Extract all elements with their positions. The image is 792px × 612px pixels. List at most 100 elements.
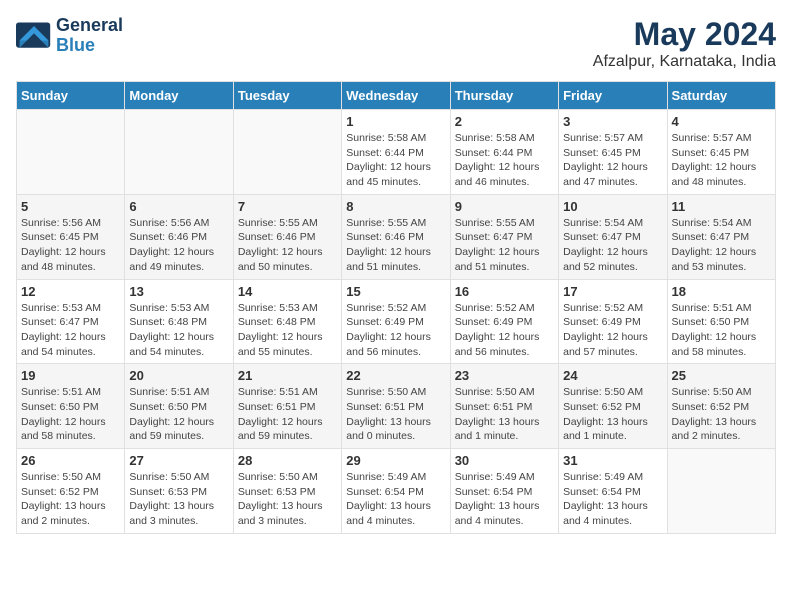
col-header-wednesday: Wednesday	[342, 82, 450, 110]
week-row-2: 5 Sunrise: 5:56 AM Sunset: 6:45 PM Daylig…	[17, 194, 776, 279]
day-number: 23	[455, 368, 554, 383]
day-cell	[17, 110, 125, 195]
day-number: 4	[672, 114, 771, 129]
day-number: 19	[21, 368, 120, 383]
day-cell: 5 Sunrise: 5:56 AM Sunset: 6:45 PM Daylig…	[17, 194, 125, 279]
day-info: Sunrise: 5:52 AM Sunset: 6:49 PM Dayligh…	[563, 301, 662, 360]
day-info: Sunrise: 5:53 AM Sunset: 6:48 PM Dayligh…	[129, 301, 228, 360]
day-number: 3	[563, 114, 662, 129]
day-info: Sunrise: 5:58 AM Sunset: 6:44 PM Dayligh…	[346, 131, 445, 190]
day-cell: 23 Sunrise: 5:50 AM Sunset: 6:51 PM Dayli…	[450, 364, 558, 449]
day-info: Sunrise: 5:54 AM Sunset: 6:47 PM Dayligh…	[563, 216, 662, 275]
day-info: Sunrise: 5:51 AM Sunset: 6:51 PM Dayligh…	[238, 385, 337, 444]
col-header-saturday: Saturday	[667, 82, 775, 110]
day-cell: 27 Sunrise: 5:50 AM Sunset: 6:53 PM Dayli…	[125, 449, 233, 534]
week-row-5: 26 Sunrise: 5:50 AM Sunset: 6:52 PM Dayli…	[17, 449, 776, 534]
day-info: Sunrise: 5:55 AM Sunset: 6:46 PM Dayligh…	[238, 216, 337, 275]
day-number: 29	[346, 453, 445, 468]
day-cell: 16 Sunrise: 5:52 AM Sunset: 6:49 PM Dayli…	[450, 279, 558, 364]
day-number: 7	[238, 199, 337, 214]
day-cell: 24 Sunrise: 5:50 AM Sunset: 6:52 PM Dayli…	[559, 364, 667, 449]
day-cell: 25Sunrise: 5:50 AM Sunset: 6:52 PM Dayli…	[667, 364, 775, 449]
day-number: 12	[21, 284, 120, 299]
day-cell: 11 Sunrise: 5:54 AM Sunset: 6:47 PM Dayli…	[667, 194, 775, 279]
day-cell: 18 Sunrise: 5:51 AM Sunset: 6:50 PM Dayli…	[667, 279, 775, 364]
day-cell: 15 Sunrise: 5:52 AM Sunset: 6:49 PM Dayli…	[342, 279, 450, 364]
day-cell: 3Sunrise: 5:57 AM Sunset: 6:45 PM Daylig…	[559, 110, 667, 195]
day-info: Sunrise: 5:50 AM Sunset: 6:52 PM Dayligh…	[563, 385, 662, 444]
day-number: 30	[455, 453, 554, 468]
day-cell: 30Sunrise: 5:49 AM Sunset: 6:54 PM Dayli…	[450, 449, 558, 534]
header-row: SundayMondayTuesdayWednesdayThursdayFrid…	[17, 82, 776, 110]
day-cell: 10Sunrise: 5:54 AM Sunset: 6:47 PM Dayli…	[559, 194, 667, 279]
week-row-1: 1 Sunrise: 5:58 AM Sunset: 6:44 PM Daylig…	[17, 110, 776, 195]
day-info: Sunrise: 5:52 AM Sunset: 6:49 PM Dayligh…	[455, 301, 554, 360]
day-number: 14	[238, 284, 337, 299]
day-cell: 26 Sunrise: 5:50 AM Sunset: 6:52 PM Dayli…	[17, 449, 125, 534]
day-info: Sunrise: 5:50 AM Sunset: 6:51 PM Dayligh…	[346, 385, 445, 444]
day-number: 21	[238, 368, 337, 383]
day-number: 16	[455, 284, 554, 299]
week-row-3: 12 Sunrise: 5:53 AM Sunset: 6:47 PM Dayli…	[17, 279, 776, 364]
day-cell: 17 Sunrise: 5:52 AM Sunset: 6:49 PM Dayli…	[559, 279, 667, 364]
day-info: Sunrise: 5:50 AM Sunset: 6:53 PM Dayligh…	[129, 470, 228, 529]
calendar-table: SundayMondayTuesdayWednesdayThursdayFrid…	[16, 81, 776, 534]
title-block: May 2024 Afzalpur, Karnataka, India	[593, 16, 776, 71]
day-number: 5	[21, 199, 120, 214]
logo-text: General Blue	[56, 16, 123, 56]
subtitle: Afzalpur, Karnataka, India	[593, 53, 776, 71]
day-cell: 8 Sunrise: 5:55 AM Sunset: 6:46 PM Daylig…	[342, 194, 450, 279]
day-info: Sunrise: 5:52 AM Sunset: 6:49 PM Dayligh…	[346, 301, 445, 360]
day-cell: 4Sunrise: 5:57 AM Sunset: 6:45 PM Daylig…	[667, 110, 775, 195]
day-cell: 28 Sunrise: 5:50 AM Sunset: 6:53 PM Dayli…	[233, 449, 341, 534]
day-cell: 1 Sunrise: 5:58 AM Sunset: 6:44 PM Daylig…	[342, 110, 450, 195]
day-info: Sunrise: 5:53 AM Sunset: 6:48 PM Dayligh…	[238, 301, 337, 360]
day-number: 18	[672, 284, 771, 299]
main-title: May 2024	[593, 16, 776, 53]
col-header-monday: Monday	[125, 82, 233, 110]
day-number: 6	[129, 199, 228, 214]
day-number: 11	[672, 199, 771, 214]
day-info: Sunrise: 5:55 AM Sunset: 6:46 PM Dayligh…	[346, 216, 445, 275]
day-info: Sunrise: 5:50 AM Sunset: 6:52 PM Dayligh…	[21, 470, 120, 529]
day-number: 25	[672, 368, 771, 383]
day-cell: 13 Sunrise: 5:53 AM Sunset: 6:48 PM Dayli…	[125, 279, 233, 364]
day-number: 17	[563, 284, 662, 299]
day-number: 1	[346, 114, 445, 129]
day-number: 28	[238, 453, 337, 468]
day-info: Sunrise: 5:56 AM Sunset: 6:45 PM Dayligh…	[21, 216, 120, 275]
day-number: 13	[129, 284, 228, 299]
day-number: 9	[455, 199, 554, 214]
day-info: Sunrise: 5:55 AM Sunset: 6:47 PM Dayligh…	[455, 216, 554, 275]
day-number: 22	[346, 368, 445, 383]
col-header-thursday: Thursday	[450, 82, 558, 110]
day-info: Sunrise: 5:54 AM Sunset: 6:47 PM Dayligh…	[672, 216, 771, 275]
day-number: 2	[455, 114, 554, 129]
day-number: 26	[21, 453, 120, 468]
day-number: 15	[346, 284, 445, 299]
day-number: 24	[563, 368, 662, 383]
day-info: Sunrise: 5:58 AM Sunset: 6:44 PM Dayligh…	[455, 131, 554, 190]
col-header-friday: Friday	[559, 82, 667, 110]
day-cell: 6 Sunrise: 5:56 AM Sunset: 6:46 PM Daylig…	[125, 194, 233, 279]
day-cell: 19Sunrise: 5:51 AM Sunset: 6:50 PM Dayli…	[17, 364, 125, 449]
day-info: Sunrise: 5:56 AM Sunset: 6:46 PM Dayligh…	[129, 216, 228, 275]
col-header-sunday: Sunday	[17, 82, 125, 110]
day-info: Sunrise: 5:50 AM Sunset: 6:51 PM Dayligh…	[455, 385, 554, 444]
day-cell	[667, 449, 775, 534]
col-header-tuesday: Tuesday	[233, 82, 341, 110]
day-cell: 2 Sunrise: 5:58 AM Sunset: 6:44 PM Daylig…	[450, 110, 558, 195]
day-cell: 14 Sunrise: 5:53 AM Sunset: 6:48 PM Dayli…	[233, 279, 341, 364]
day-info: Sunrise: 5:53 AM Sunset: 6:47 PM Dayligh…	[21, 301, 120, 360]
day-cell	[233, 110, 341, 195]
day-number: 8	[346, 199, 445, 214]
day-info: Sunrise: 5:51 AM Sunset: 6:50 PM Dayligh…	[672, 301, 771, 360]
day-number: 27	[129, 453, 228, 468]
day-info: Sunrise: 5:50 AM Sunset: 6:53 PM Dayligh…	[238, 470, 337, 529]
day-info: Sunrise: 5:49 AM Sunset: 6:54 PM Dayligh…	[563, 470, 662, 529]
day-cell: 29Sunrise: 5:49 AM Sunset: 6:54 PM Dayli…	[342, 449, 450, 534]
day-cell	[125, 110, 233, 195]
day-number: 20	[129, 368, 228, 383]
day-info: Sunrise: 5:51 AM Sunset: 6:50 PM Dayligh…	[129, 385, 228, 444]
page-header: General Blue May 2024 Afzalpur, Karnatak…	[16, 16, 776, 71]
